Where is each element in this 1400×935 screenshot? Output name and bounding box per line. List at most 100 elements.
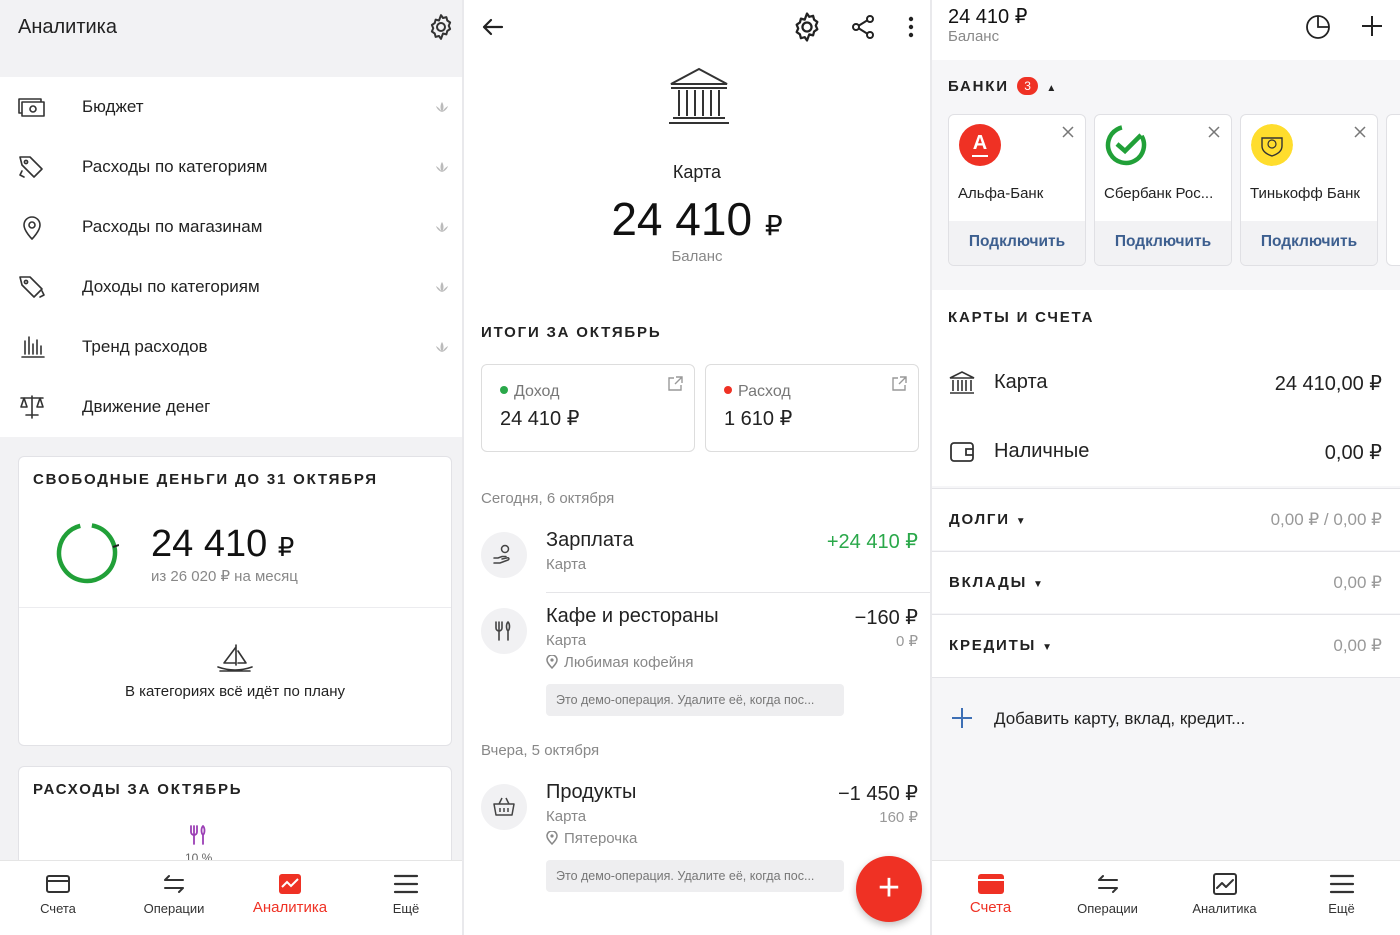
- menu-item-expenses-by-category[interactable]: Расходы по категориям: [0, 137, 462, 197]
- menu-item-expenses-by-shop[interactable]: Расходы по магазинам: [0, 197, 462, 257]
- wallet-icon: [950, 442, 974, 462]
- transaction-account: Карта: [546, 556, 587, 573]
- total-balance-label: Баланс: [948, 28, 1000, 45]
- account-value: 0,00 ₽: [1324, 442, 1382, 464]
- analytics-icon: [279, 874, 301, 894]
- cards-title: КАРТЫ И СЧЕТА: [948, 309, 1095, 326]
- nav-more[interactable]: Ещё: [1283, 861, 1400, 935]
- external-link-icon: [892, 376, 907, 391]
- location-pin-icon: [546, 831, 558, 845]
- menu-item-income-by-category[interactable]: Доходы по категориям: [0, 257, 462, 317]
- nav-label: Операции: [143, 901, 205, 916]
- menu-item-expense-trend[interactable]: Тренд расходов: [0, 317, 462, 377]
- nav-accounts[interactable]: Счета: [0, 861, 116, 935]
- lotus-icon: [436, 282, 448, 292]
- add-operation-button[interactable]: +: [856, 856, 922, 922]
- close-icon[interactable]: [1061, 125, 1075, 139]
- menu-item-cash-flow[interactable]: Движение денег: [0, 377, 462, 437]
- cafe-icon-circle: [481, 608, 527, 654]
- divider: [19, 607, 451, 608]
- location-pin-icon: [546, 655, 558, 669]
- tinkoff-logo-icon: [1251, 124, 1293, 166]
- expense-box[interactable]: Расход 1 610 ₽: [705, 364, 919, 452]
- income-box[interactable]: Доход 24 410 ₽: [481, 364, 695, 452]
- nav-more[interactable]: Ещё: [348, 861, 462, 935]
- connect-button[interactable]: Подключить: [949, 221, 1085, 265]
- accounts-screen: 24 410 ₽ Баланс БАНКИ 3 ▲ A Альфа-Банк П…: [932, 0, 1400, 935]
- nav-label: Аналитика: [1192, 901, 1257, 916]
- card-icon: [46, 875, 70, 893]
- more-vertical-icon[interactable]: [894, 10, 928, 44]
- bar-chart-icon: [21, 336, 45, 358]
- scales-icon: [20, 395, 44, 419]
- free-money-card[interactable]: СВОБОДНЫЕ ДЕНЬГИ ДО 31 ОКТЯБРЯ 24 410 ₽ …: [18, 456, 452, 746]
- banks-count-badge: 3: [1017, 77, 1038, 95]
- bottom-nav: Счета Операции Аналитика Ещё: [932, 860, 1400, 935]
- add-icon[interactable]: [1358, 12, 1386, 40]
- bank-card-partial[interactable]: [1386, 114, 1400, 266]
- bank-card-alfa[interactable]: A Альфа-Банк Подключить: [948, 114, 1086, 266]
- nav-label: Аналитика: [252, 899, 328, 916]
- lotus-icon: [436, 102, 448, 112]
- caret-down-icon: ▼: [1042, 642, 1052, 653]
- transaction-place: Пятерочка: [546, 830, 637, 847]
- credits-group[interactable]: КРЕДИТЫ ▼ 0,00 ₽: [932, 614, 1400, 678]
- banks-title: БАНКИ: [948, 78, 1009, 95]
- gear-icon[interactable]: [426, 12, 456, 42]
- account-row-card[interactable]: Карта 24 410,00 ₽: [932, 354, 1400, 414]
- nav-label: Операции: [1077, 901, 1138, 916]
- pie-chart-icon[interactable]: [1304, 12, 1332, 40]
- debts-group[interactable]: ДОЛГИ ▼ 0,00 ₽ / 0,00 ₽: [932, 488, 1400, 550]
- deposits-group[interactable]: ВКЛАДЫ ▼ 0,00 ₽: [932, 551, 1400, 613]
- connect-button[interactable]: Подключить: [1095, 221, 1231, 265]
- share-icon[interactable]: [846, 10, 880, 44]
- deposits-label: ВКЛАДЫ ▼: [949, 574, 1043, 591]
- lotus-icon: [436, 222, 448, 232]
- plus-icon: +: [877, 867, 901, 909]
- plan-status-text: В категориях всё идёт по плану: [124, 683, 346, 700]
- menu-icon: [1329, 874, 1354, 894]
- income-label: Доход: [500, 383, 559, 401]
- free-money-subtitle: из 26 020 ₽ на месяц: [151, 568, 298, 585]
- menu-item-label: Бюджет: [82, 97, 144, 116]
- connect-button[interactable]: Подключить: [1241, 221, 1377, 265]
- close-icon[interactable]: [1207, 125, 1221, 139]
- budget-icon: [18, 98, 45, 117]
- card-icon: [977, 874, 1004, 894]
- account-name: Наличные: [994, 440, 1090, 462]
- page-title: Аналитика: [18, 16, 117, 38]
- close-icon[interactable]: [1353, 125, 1367, 139]
- expense-value: 1 610 ₽: [724, 408, 793, 430]
- add-account-row[interactable]: Добавить карту, вклад, кредит...: [932, 688, 1400, 748]
- menu-item-budget[interactable]: Бюджет: [0, 77, 462, 137]
- transaction-place: Любимая кофейня: [546, 654, 694, 671]
- external-link-icon: [668, 376, 683, 391]
- lotus-icon: [436, 162, 448, 172]
- nav-operations[interactable]: Операции: [116, 861, 232, 935]
- bottom-nav: Счета Операции Аналитика Ещё: [0, 860, 462, 935]
- transaction-sub-amount: 0 ₽: [895, 633, 918, 650]
- fork-knife-icon: [495, 621, 511, 641]
- transaction-amount: −1 450 ₽: [837, 783, 918, 805]
- plus-icon: [952, 708, 972, 728]
- expense-label: Расход: [724, 383, 791, 401]
- transaction-account: Карта: [546, 808, 587, 825]
- gear-icon[interactable]: [790, 10, 824, 44]
- account-row-cash[interactable]: Наличные 0,00 ₽: [932, 423, 1400, 483]
- nav-label: Счета: [969, 899, 1012, 916]
- back-arrow-icon[interactable]: [476, 10, 510, 44]
- bank-building-icon: [669, 67, 729, 124]
- nav-analytics[interactable]: Аналитика: [232, 861, 348, 935]
- account-name: Карта: [672, 162, 722, 182]
- bank-card-tinkoff[interactable]: Тинькофф Банк Подключить: [1240, 114, 1378, 266]
- nav-accounts[interactable]: Счета: [932, 861, 1049, 935]
- nav-analytics[interactable]: Аналитика: [1166, 861, 1283, 935]
- transaction-name: Зарплата: [546, 529, 634, 551]
- alfa-bank-logo-icon: A: [959, 124, 1001, 166]
- salary-hand-icon: [493, 544, 510, 564]
- bank-card-sber[interactable]: Сбербанк Рос... Подключить: [1094, 114, 1232, 266]
- transfer-arrows-icon: [1097, 875, 1118, 893]
- banks-header[interactable]: БАНКИ 3 ▲: [948, 77, 1056, 96]
- nav-operations[interactable]: Операции: [1049, 861, 1166, 935]
- transaction-name: Продукты: [546, 781, 637, 803]
